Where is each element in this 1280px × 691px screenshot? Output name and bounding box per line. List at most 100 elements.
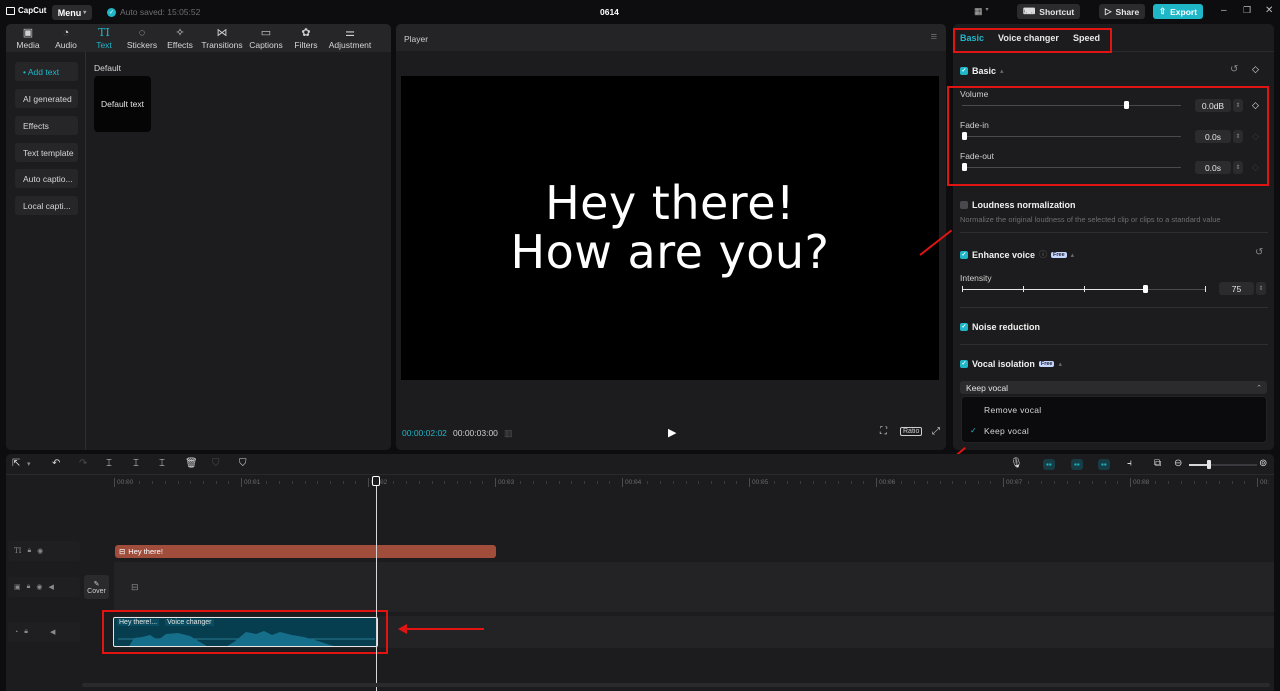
speaker-icon[interactable]: ◀︎ <box>50 628 55 636</box>
horizontal-scrollbar[interactable] <box>82 683 1270 687</box>
checkbox-checked-icon[interactable]: ✓ <box>960 360 968 368</box>
close-icon[interactable]: ✕ <box>1265 5 1273 16</box>
auto-snap-icon[interactable]: ▪▪ <box>1071 459 1083 470</box>
vocal-isolation-dropdown[interactable]: Keep vocal ⌃ <box>960 381 1267 394</box>
enhance-voice-section-header[interactable]: ✓ Enhance voice ⓘ Free ▴ <box>960 249 1074 260</box>
sidebar-item-effects[interactable]: Effects <box>15 116 78 135</box>
tool-effects[interactable]: ✧ Effects <box>161 24 199 52</box>
sidebar-item-ai-generated[interactable]: AI generated <box>15 89 78 108</box>
cover-button[interactable]: ✎ Cover <box>84 575 109 599</box>
sidebar-item-add-text[interactable]: • Add text <box>15 62 78 81</box>
fade-in-slider[interactable] <box>962 132 1181 140</box>
mark-icon[interactable]: ⛉ <box>239 458 247 469</box>
keyframe-icon[interactable]: ◇ <box>1252 64 1259 75</box>
play-icon[interactable]: ▶ <box>668 426 676 439</box>
loudness-section-header[interactable]: Loudness normalization <box>960 200 1076 210</box>
eye-icon[interactable]: ◉ <box>36 583 42 591</box>
sidebar-item-auto-captions[interactable]: Auto captio... <box>15 169 78 188</box>
playhead[interactable] <box>376 476 377 691</box>
lock-icon[interactable]: 🔒︎ <box>27 547 31 555</box>
help-icon[interactable]: ⓘ <box>1039 249 1047 260</box>
fade-out-slider[interactable] <box>962 163 1181 171</box>
hamburger-menu-icon[interactable]: ≡ <box>931 31 937 43</box>
minimize-icon[interactable]: – <box>1221 5 1227 16</box>
trim-right-icon[interactable]: ⌶ <box>159 458 165 469</box>
tool-captions[interactable]: ▭ Captions <box>245 24 287 52</box>
keyframe-icon[interactable]: ◇ <box>1252 100 1259 111</box>
eye-icon[interactable]: ◉ <box>37 547 43 555</box>
linkage-icon[interactable]: ▪▪ <box>1098 459 1110 470</box>
screenshot-icon[interactable]: ⧉ <box>1154 458 1161 469</box>
fullscreen-icon[interactable]: ⤢ <box>932 426 940 437</box>
lock-icon[interactable]: 🔒︎ <box>27 583 31 591</box>
option-remove-vocal[interactable]: Remove vocal <box>984 405 1041 415</box>
time-ruler[interactable]: 00:0000:0100:0200:0300:0400:0500:0600:07… <box>6 476 1274 490</box>
stepper-icon[interactable]: ⇕ <box>1233 99 1243 112</box>
stepper-icon[interactable]: ⇕ <box>1233 130 1243 143</box>
split-icon[interactable]: ⌶ <box>106 458 112 469</box>
stepper-icon[interactable]: ⇕ <box>1256 282 1266 295</box>
slider-handle[interactable] <box>1143 285 1148 293</box>
volume-value[interactable]: 0.0dB <box>1195 99 1231 112</box>
sidebar-item-text-template[interactable]: Text template <box>15 143 78 162</box>
sidebar-item-local-captions[interactable]: Local capti... <box>15 196 78 215</box>
ratio-button[interactable]: Ratio <box>900 427 923 436</box>
slider-handle[interactable] <box>962 163 967 171</box>
option-keep-vocal[interactable]: Keep vocal <box>984 426 1029 436</box>
preview-axis-icon[interactable]: ⫞ <box>1127 458 1132 469</box>
grid-icon[interactable]: ▥ <box>504 428 513 439</box>
lock-icon[interactable]: 🔒︎ <box>24 628 28 636</box>
zoom-fit-icon[interactable]: ⊚ <box>1259 458 1267 469</box>
select-cursor-icon[interactable]: ⇱ <box>12 458 20 469</box>
checkbox-checked-icon[interactable]: ✓ <box>960 67 968 75</box>
zoom-fit-icon[interactable]: ⛶ <box>880 426 887 437</box>
tab-voice-changer[interactable]: Voice changer <box>998 33 1059 43</box>
restore-icon[interactable]: ❐ <box>1243 5 1251 16</box>
noise-reduction-section-header[interactable]: ✓ Noise reduction <box>960 322 1040 332</box>
menu-button[interactable]: Menu ▾ <box>52 5 92 20</box>
tool-media[interactable]: ▣ Media <box>9 24 47 52</box>
zoom-out-icon[interactable]: ⊖ <box>1174 458 1182 469</box>
playhead-handle[interactable] <box>372 476 380 486</box>
tool-audio[interactable]: ◔ Audio <box>47 24 85 52</box>
slider-handle[interactable] <box>1207 460 1211 469</box>
checkbox-unchecked-icon[interactable] <box>960 201 968 209</box>
intensity-value[interactable]: 75 <box>1219 282 1254 295</box>
slider-handle[interactable] <box>1124 101 1129 109</box>
stepper-icon[interactable]: ⇕ <box>1233 161 1243 174</box>
speaker-icon[interactable]: ◀︎ <box>48 583 53 591</box>
tab-speed[interactable]: Speed <box>1073 33 1100 43</box>
checkbox-checked-icon[interactable]: ✓ <box>960 323 968 331</box>
tool-stickers[interactable]: ◌ Stickers <box>123 24 161 52</box>
chevron-down-icon[interactable]: ▾ <box>27 460 31 468</box>
undo-icon[interactable]: ↶ <box>52 458 60 469</box>
trim-left-icon[interactable]: ⌶ <box>133 458 139 469</box>
tool-adjustment[interactable]: ⚌ Adjustment <box>325 24 375 52</box>
tool-text[interactable]: TI Text <box>85 24 123 52</box>
microphone-icon[interactable]: 🎙︎ <box>1010 458 1023 469</box>
basic-section-header[interactable]: ✓ Basic ▴ <box>960 66 1004 76</box>
layout-button[interactable]: ▦ ▾ <box>974 6 989 17</box>
text-clip[interactable]: ⊟ Hey there! <box>115 545 496 558</box>
export-button[interactable]: ⇧ Export <box>1153 4 1204 19</box>
vocal-isolation-section-header[interactable]: ✓ Vocal isolation Free ▴ <box>960 359 1062 369</box>
tool-filters[interactable]: ✿ Filters <box>287 24 325 52</box>
volume-slider[interactable] <box>962 101 1181 109</box>
fade-out-value[interactable]: 0.0s <box>1195 161 1231 174</box>
share-button[interactable]: ▷ Share <box>1099 4 1146 19</box>
audio-clip[interactable]: Hey there!... Voice changer <box>113 617 378 647</box>
reset-icon[interactable]: ↺ <box>1255 247 1263 258</box>
timeline-zoom-slider[interactable] <box>1189 460 1257 469</box>
video-track[interactable] <box>114 562 1274 612</box>
tab-basic[interactable]: Basic <box>960 33 984 43</box>
video-preview[interactable]: Hey there! How are you? <box>401 76 939 380</box>
intensity-slider[interactable] <box>962 285 1206 293</box>
default-text-card[interactable]: Default text <box>94 76 151 132</box>
reset-icon[interactable]: ↺ <box>1230 64 1238 75</box>
tool-transitions[interactable]: ⋈ Transitions <box>199 24 245 52</box>
main-track-magnet-icon[interactable]: ▪▪ <box>1043 459 1055 470</box>
slider-handle[interactable] <box>962 132 967 140</box>
fade-in-value[interactable]: 0.0s <box>1195 130 1231 143</box>
checkbox-checked-icon[interactable]: ✓ <box>960 250 968 259</box>
delete-icon[interactable]: 🗑︎ <box>185 458 198 469</box>
